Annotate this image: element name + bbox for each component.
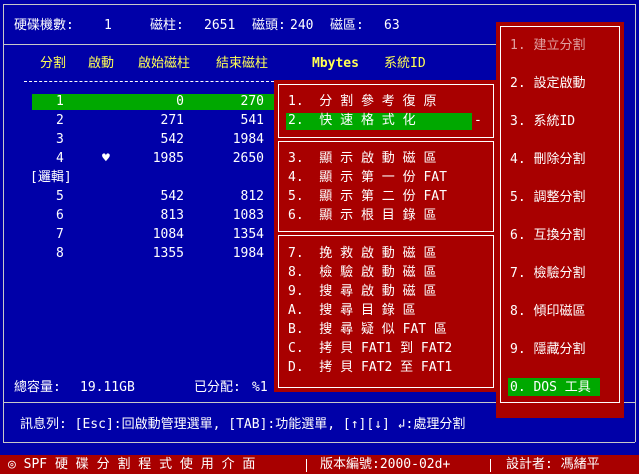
- partition-number: 8: [56, 246, 64, 261]
- footer-separator: [306, 459, 307, 472]
- popup-item-search-directory[interactable]: A. 搜 尋 目 錄 區: [288, 303, 416, 319]
- start-cylinder: 813: [160, 208, 184, 223]
- heads-label: 磁頭:: [252, 18, 286, 33]
- logical-section-label: [邏輯]: [30, 170, 72, 185]
- message-bar: 訊息列: [Esc]:回啟動管理選單, [TAB]:功能選單, [↑][↓] ↲…: [20, 417, 466, 432]
- disk-count-value: 1: [104, 18, 112, 33]
- popup-item-copy-fat2-to-fat1[interactable]: D. 拷 貝 FAT2 至 FAT1: [288, 360, 452, 376]
- start-cylinder: 1355: [152, 246, 184, 261]
- function-item-swap-partition[interactable]: 6. 互換分割: [510, 228, 585, 244]
- partition-number: 3: [56, 132, 64, 147]
- function-item-set-boot[interactable]: 2. 設定啟動: [510, 76, 585, 92]
- start-cylinder: 542: [160, 189, 184, 204]
- popup-item-show-boot-sector[interactable]: 3. 顯 示 啟 動 磁 區: [288, 151, 436, 167]
- frame-left: [3, 4, 4, 442]
- footer-designer: 設計者: 馮緒平: [506, 457, 600, 472]
- column-header-system-id: 系統ID: [384, 56, 426, 71]
- start-cylinder: 271: [160, 113, 184, 128]
- frame-message-bottom: [3, 442, 635, 443]
- footer-separator: [490, 459, 491, 472]
- popup-item-rescue-boot-sector[interactable]: 7. 挽 救 啟 動 磁 區: [288, 246, 436, 262]
- end-cylinder: 1984: [232, 246, 264, 261]
- boot-heart-icon: ♥: [102, 151, 110, 166]
- start-cylinder: 1985: [152, 151, 184, 166]
- end-cylinder: 270: [240, 94, 264, 109]
- popup-item-search-boot-sector[interactable]: 9. 搜 尋 啟 動 磁 區: [288, 284, 436, 300]
- disk-count-label: 硬碟機數:: [14, 18, 74, 33]
- popup-item-search-fat[interactable]: B. 搜 尋 疑 似 FAT 區: [288, 322, 447, 338]
- end-cylinder: 541: [240, 113, 264, 128]
- total-capacity-value: 19.11GB: [80, 380, 135, 395]
- table-header-divider: [24, 81, 274, 82]
- column-header-mbytes: Mbytes: [312, 56, 359, 71]
- column-header-partition: 分割: [40, 56, 67, 71]
- end-cylinder: 1354: [232, 227, 264, 242]
- popup-item-show-root-dir[interactable]: 6. 顯 示 根 目 錄 區: [288, 208, 436, 224]
- popup-selection-tail: -: [474, 113, 482, 128]
- function-item-system-id[interactable]: 3. 系統ID: [510, 114, 575, 130]
- partition-number: 2: [56, 113, 64, 128]
- popup-item-quick-format[interactable]: 2. 快 速 格 式 化: [288, 113, 416, 129]
- end-cylinder: 1984: [232, 132, 264, 147]
- sectors-value: 63: [384, 18, 400, 33]
- popup-item-partition-restore[interactable]: 1. 分 割 參 考 復 原: [288, 94, 436, 110]
- total-capacity-label: 總容量:: [14, 380, 61, 395]
- partition-number: 5: [56, 189, 64, 204]
- partition-number: 1: [56, 94, 64, 109]
- column-header-boot: 啟動: [88, 56, 115, 71]
- popup-item-show-fat1[interactable]: 4. 顯 示 第 一 份 FAT: [288, 170, 447, 186]
- frame-top: [3, 4, 635, 5]
- partition-number: 6: [56, 208, 64, 223]
- cylinders-value: 2651: [204, 18, 236, 33]
- footer-app-name: ◎ SPF 硬 碟 分 割 程 式 使 用 介 面: [8, 457, 256, 472]
- function-item-hide-partition[interactable]: 9. 隱藏分割: [510, 342, 585, 358]
- function-item-resize-partition[interactable]: 5. 調整分割: [510, 190, 585, 206]
- partition-number: 7: [56, 227, 64, 242]
- partition-number: 4: [56, 151, 64, 166]
- end-cylinder: 1083: [232, 208, 264, 223]
- frame-right: [635, 4, 636, 442]
- end-cylinder: 812: [240, 189, 264, 204]
- start-cylinder: 0: [176, 94, 184, 109]
- footer-version: 版本編號:2000-02d+: [320, 457, 451, 472]
- function-item-check-partition[interactable]: 7. 檢驗分割: [510, 266, 585, 282]
- heads-value: 240: [290, 18, 314, 33]
- start-cylinder: 1084: [152, 227, 184, 242]
- frame-header-divider: [3, 44, 500, 45]
- function-item-delete-partition[interactable]: 4. 刪除分割: [510, 152, 585, 168]
- allocated-label: 已分配:: [194, 380, 241, 395]
- popup-item-show-fat2[interactable]: 5. 顯 示 第 二 份 FAT: [288, 189, 447, 205]
- popup-item-check-boot-sector[interactable]: 8. 檢 驗 啟 動 磁 區: [288, 265, 436, 281]
- allocated-value: %1: [252, 380, 268, 395]
- function-item-dump-sector[interactable]: 8. 傾印磁區: [510, 304, 585, 320]
- end-cylinder: 2650: [232, 151, 264, 166]
- cylinders-label: 磁柱:: [150, 18, 184, 33]
- function-item-create-partition[interactable]: 1. 建立分割: [510, 38, 585, 54]
- popup-item-copy-fat1-to-fat2[interactable]: C. 拷 貝 FAT1 到 FAT2: [288, 341, 452, 357]
- start-cylinder: 542: [160, 132, 184, 147]
- function-item-dos-tools[interactable]: 0. DOS 工具: [510, 380, 591, 396]
- column-header-start-cylinder: 啟始磁柱: [138, 56, 191, 71]
- column-header-end-cylinder: 結束磁柱: [216, 56, 269, 71]
- sectors-label: 磁區:: [330, 18, 364, 33]
